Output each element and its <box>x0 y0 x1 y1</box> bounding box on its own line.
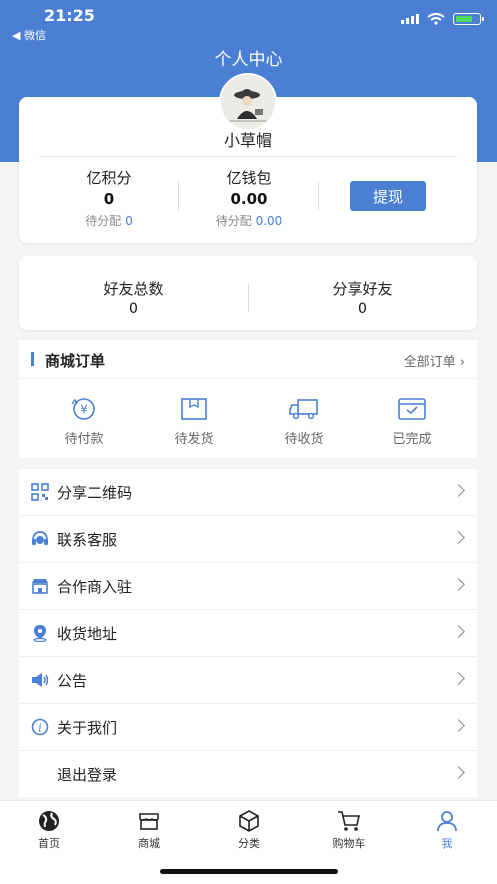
menu-label: 分享二维码 <box>57 484 133 502</box>
points-value: 0 <box>103 190 115 208</box>
page-title: 个人中心 <box>214 50 283 70</box>
order-pending-payment[interactable]: ¥ 待付款 <box>44 396 124 447</box>
chevron-right-icon <box>452 578 465 591</box>
menu-list: 分享二维码 联系客服 合作商入驻 收货地址 公告 i 关于我们 退出登录 <box>19 469 477 797</box>
divider <box>39 156 457 157</box>
menu-label: 关于我们 <box>57 719 118 737</box>
svg-text:¥: ¥ <box>80 403 88 417</box>
wallet-value: 0.00 <box>230 190 268 208</box>
signal-icon <box>401 14 419 24</box>
points-label: 亿积分 <box>86 169 132 187</box>
info-icon: i <box>31 718 49 736</box>
menu-label: 退出登录 <box>57 766 118 784</box>
menu-label: 公告 <box>57 672 88 690</box>
chevron-right-icon <box>452 719 465 732</box>
status-time: 21:25 <box>44 6 95 25</box>
completed-icon <box>398 398 426 420</box>
chevron-right-icon <box>452 766 465 779</box>
tab-label: 商城 <box>138 837 160 850</box>
tab-home[interactable]: 首页 <box>19 809 79 851</box>
box-icon <box>239 810 259 832</box>
all-orders-link[interactable]: 全部订单 › <box>404 351 465 370</box>
headset-icon <box>32 531 48 545</box>
wallet-pending: 待分配 0.00 <box>215 214 283 228</box>
location-icon <box>33 625 47 642</box>
menu-item-share-qrcode[interactable]: 分享二维码 <box>19 469 477 516</box>
menu-item-about-us[interactable]: i 关于我们 <box>19 704 477 751</box>
divider <box>318 182 319 210</box>
tab-mall[interactable]: 商城 <box>119 809 179 851</box>
package-icon <box>181 398 207 420</box>
tab-cart[interactable]: 购物车 <box>319 809 379 851</box>
friends-card: 好友总数 0 分享好友 0 <box>19 256 477 330</box>
order-label: 待付款 <box>64 432 104 447</box>
menu-label: 合作商入驻 <box>57 578 133 596</box>
wallet-label: 亿钱包 <box>226 169 272 187</box>
order-label: 待发货 <box>174 432 214 447</box>
friends-total[interactable]: 好友总数 0 <box>19 278 248 317</box>
avatar[interactable] <box>219 73 277 131</box>
order-pending-shipment[interactable]: 待发货 <box>154 396 234 447</box>
points-stat[interactable]: 亿积分 0 待分配 0 <box>59 167 159 229</box>
wallet-stat[interactable]: 亿钱包 0.00 待分配 0.00 <box>199 167 299 229</box>
store-icon <box>32 579 48 594</box>
share-friends-value: 0 <box>358 301 367 317</box>
menu-item-partner-join[interactable]: 合作商入驻 <box>19 563 477 610</box>
menu-item-logout[interactable]: 退出登录 <box>19 751 477 797</box>
share-friends[interactable]: 分享好友 0 <box>248 278 477 317</box>
cart-icon <box>338 811 360 831</box>
tab-label: 我 <box>441 837 453 850</box>
tab-label: 首页 <box>38 837 60 850</box>
order-label: 已完成 <box>392 432 432 447</box>
tab-category[interactable]: 分类 <box>219 809 279 851</box>
payment-icon: ¥ <box>71 398 95 420</box>
order-pending-receipt[interactable]: 待收货 <box>264 396 344 447</box>
orders-title: 商城订单 <box>45 352 106 370</box>
battery-icon <box>453 13 484 25</box>
status-indicators <box>401 13 484 25</box>
chevron-right-icon <box>452 531 465 544</box>
chevron-right-icon <box>452 625 465 638</box>
avatar-image <box>221 75 275 129</box>
withdraw-button[interactable]: 提现 <box>350 181 426 211</box>
share-friends-label: 分享好友 <box>332 280 393 298</box>
tab-me[interactable]: 我 <box>417 809 477 851</box>
menu-item-customer-service[interactable]: 联系客服 <box>19 516 477 563</box>
tab-label: 购物车 <box>332 837 366 850</box>
home-indicator <box>160 869 338 874</box>
points-pending: 待分配 0 <box>85 214 133 228</box>
truck-icon <box>289 399 318 420</box>
wifi-icon <box>427 13 445 25</box>
menu-label: 联系客服 <box>57 531 118 549</box>
friends-total-label: 好友总数 <box>103 280 164 298</box>
menu-item-shipping-address[interactable]: 收货地址 <box>19 610 477 657</box>
qrcode-icon <box>31 483 49 501</box>
chevron-right-icon <box>452 484 465 497</box>
user-icon <box>437 811 457 832</box>
tab-label: 分类 <box>238 837 260 850</box>
orders-header: 商城订单 全部订单 › <box>19 340 477 379</box>
mall-orders-section: 商城订单 全部订单 › ¥ 待付款 待发货 待收货 已完成 <box>19 340 477 458</box>
chevron-right-icon <box>452 672 465 685</box>
order-label: 待收货 <box>284 432 324 447</box>
menu-item-announcement[interactable]: 公告 <box>19 657 477 704</box>
shop-icon <box>139 813 159 830</box>
menu-label: 收货地址 <box>57 625 118 643</box>
order-completed[interactable]: 已完成 <box>372 396 452 447</box>
divider <box>178 182 179 210</box>
back-to-wechat-link[interactable]: ◀ 微信 <box>12 27 46 43</box>
svg-text:i: i <box>38 722 42 735</box>
section-marker <box>31 352 34 366</box>
speaker-icon <box>32 673 49 687</box>
friends-total-value: 0 <box>129 301 138 317</box>
globe-icon <box>39 811 59 831</box>
